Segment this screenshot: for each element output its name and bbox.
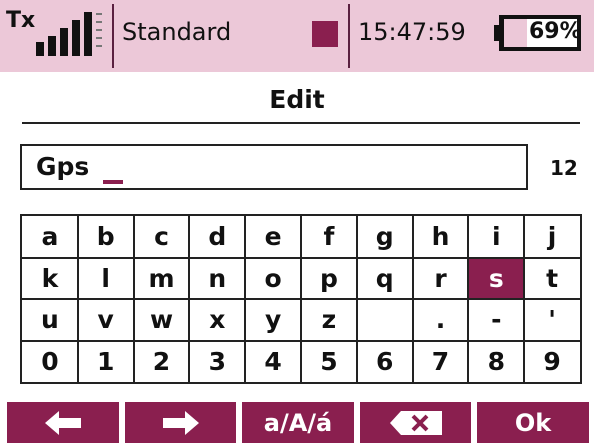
ok-button[interactable]: Ok [477,402,589,443]
case-toggle-button[interactable]: a/A/á [242,402,354,443]
model-name: Standard [122,18,232,46]
ok-label: Ok [514,408,552,437]
key[interactable]: p [301,258,357,300]
key[interactable]: j [524,216,580,258]
key[interactable]: 5 [301,341,357,383]
key[interactable]: 3 [189,341,245,383]
key[interactable]: f [301,216,357,258]
key[interactable]: b [78,216,134,258]
key[interactable]: l [78,258,134,300]
key[interactable]: i [468,216,524,258]
on-screen-keyboard: abcdefghij klmnopqrst uvwxyz . - ' 0 1 2 3 4 5 6 7 8 9 [20,214,582,384]
key[interactable]: k [22,258,78,300]
keyboard-grid-line [22,339,580,342]
key[interactable]: q [357,258,413,300]
bottom-button-bar: a/A/á Ok [0,402,594,443]
key-space[interactable] [357,299,413,341]
key[interactable]: 1 [78,341,134,383]
key[interactable]: w [134,299,190,341]
key[interactable]: o [245,258,301,300]
key[interactable]: 8 [468,341,524,383]
input-value: Gps [36,152,90,181]
key[interactable]: e [245,216,301,258]
page-title: Edit [269,85,325,114]
cursor-right-button[interactable] [125,402,236,443]
text-input-field[interactable]: Gps [20,144,528,190]
key[interactable]: 0 [22,341,78,383]
signal-bars-icon [36,12,102,56]
arrow-right-icon [162,410,199,435]
key[interactable]: m [134,258,190,300]
remaining-chars-counter: 12 [550,156,578,180]
clock: 15:47:59 [358,18,466,46]
key[interactable]: 9 [524,341,580,383]
key[interactable]: x [189,299,245,341]
key[interactable]: ' [524,299,580,341]
status-bar: Tx Standard 15:47:59 69% [0,0,594,72]
key[interactable]: g [357,216,413,258]
keyboard-grid-line [22,298,580,300]
cursor-left-button[interactable] [7,402,119,443]
key[interactable]: y [245,299,301,341]
title-divider [22,122,580,124]
tx-label: Tx [6,8,36,33]
key[interactable]: s [468,257,525,299]
key[interactable]: z [301,299,357,341]
key[interactable]: - [468,299,524,341]
key[interactable]: 6 [357,341,413,383]
arrow-left-icon [45,410,81,435]
backspace-button[interactable] [360,402,471,443]
key[interactable]: 2 [134,341,190,383]
status-divider [112,4,114,68]
battery-percent: 69% [529,19,582,44]
backspace-icon [389,410,442,435]
key[interactable]: h [413,216,469,258]
key[interactable]: r [413,258,469,300]
key[interactable]: u [22,299,78,341]
record-indicator [312,21,338,47]
key[interactable]: 4 [245,341,301,383]
key[interactable]: d [189,216,245,258]
case-toggle-label: a/A/á [263,408,333,437]
status-divider [348,4,350,68]
key[interactable]: c [134,216,190,258]
key[interactable]: n [189,258,245,300]
key[interactable]: 7 [413,341,469,383]
key[interactable]: v [78,299,134,341]
keyboard-grid-line [22,256,580,259]
key[interactable]: t [524,258,580,300]
key[interactable]: a [22,216,78,258]
text-cursor [103,180,123,184]
key[interactable]: . [413,299,469,341]
